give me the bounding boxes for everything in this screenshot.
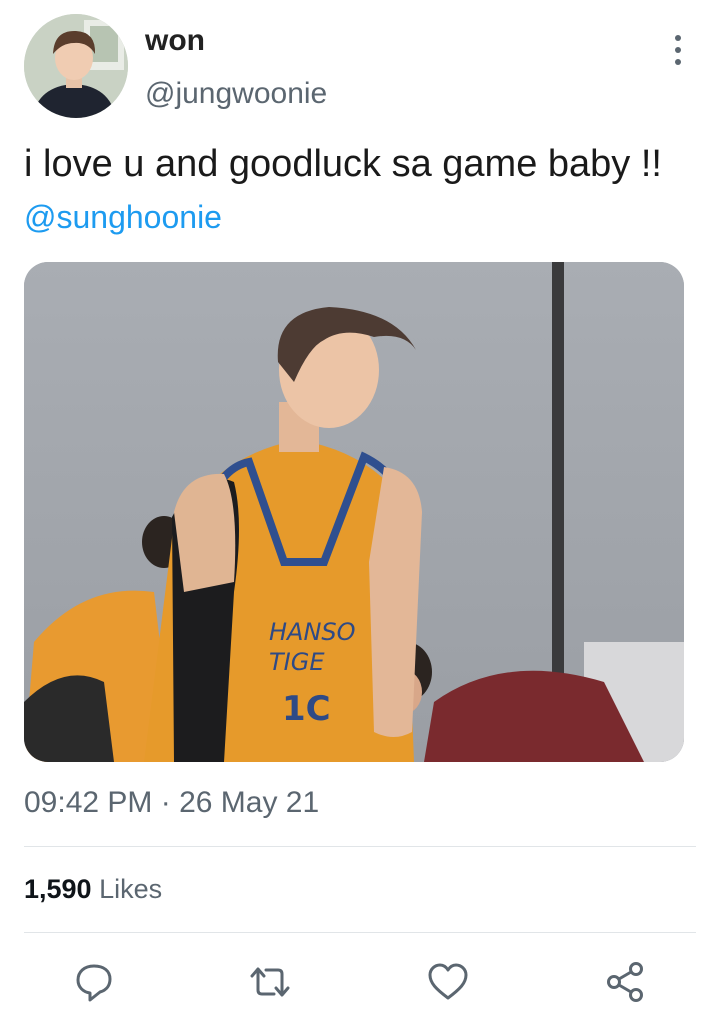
jersey-number: 1C [282, 689, 331, 729]
author-avatar[interactable] [24, 14, 128, 118]
avatar-image [24, 14, 128, 118]
tweet-media-image[interactable]: HANSO TIGE 1C [24, 262, 684, 762]
divider-bottom [24, 932, 696, 933]
more-vertical-icon-dot [675, 47, 681, 53]
more-options-button[interactable] [660, 28, 696, 72]
likes-count: 1,590 [24, 874, 92, 904]
share-button[interactable] [602, 958, 650, 1006]
jersey-text-line2: TIGE [269, 648, 325, 676]
tweet-date: 26 May 21 [179, 786, 320, 819]
author-handle[interactable]: @jungwoonie [145, 77, 327, 111]
more-vertical-icon [675, 35, 681, 41]
likes-stat[interactable]: 1,590 Likes [24, 874, 162, 905]
tweet-time: 09:42 PM [24, 786, 153, 819]
heart-icon [428, 963, 468, 1000]
retweet-button[interactable] [246, 958, 294, 1006]
reply-button[interactable] [70, 958, 118, 1006]
retweet-icon [250, 967, 290, 997]
share-icon [607, 962, 643, 1002]
reply-icon [76, 964, 112, 1002]
tweet-timestamp[interactable]: 09:42 PM · 26 May 21 [24, 786, 319, 820]
basketball-photo: HANSO TIGE 1C [24, 262, 684, 762]
mention-link[interactable]: @sunghoonie [24, 199, 222, 235]
timestamp-separator: · [152, 786, 180, 819]
tweet-body: i love u and goodluck sa game baby !! [24, 143, 662, 185]
tweet-text: i love u and goodluck sa game baby !! @s… [24, 138, 694, 243]
divider-top [24, 846, 696, 847]
like-button[interactable] [424, 958, 472, 1006]
likes-label: Likes [99, 874, 163, 904]
jersey-text-line1: HANSO [269, 618, 356, 646]
author-display-name[interactable]: won [145, 24, 205, 58]
more-vertical-icon-dot [675, 59, 681, 65]
